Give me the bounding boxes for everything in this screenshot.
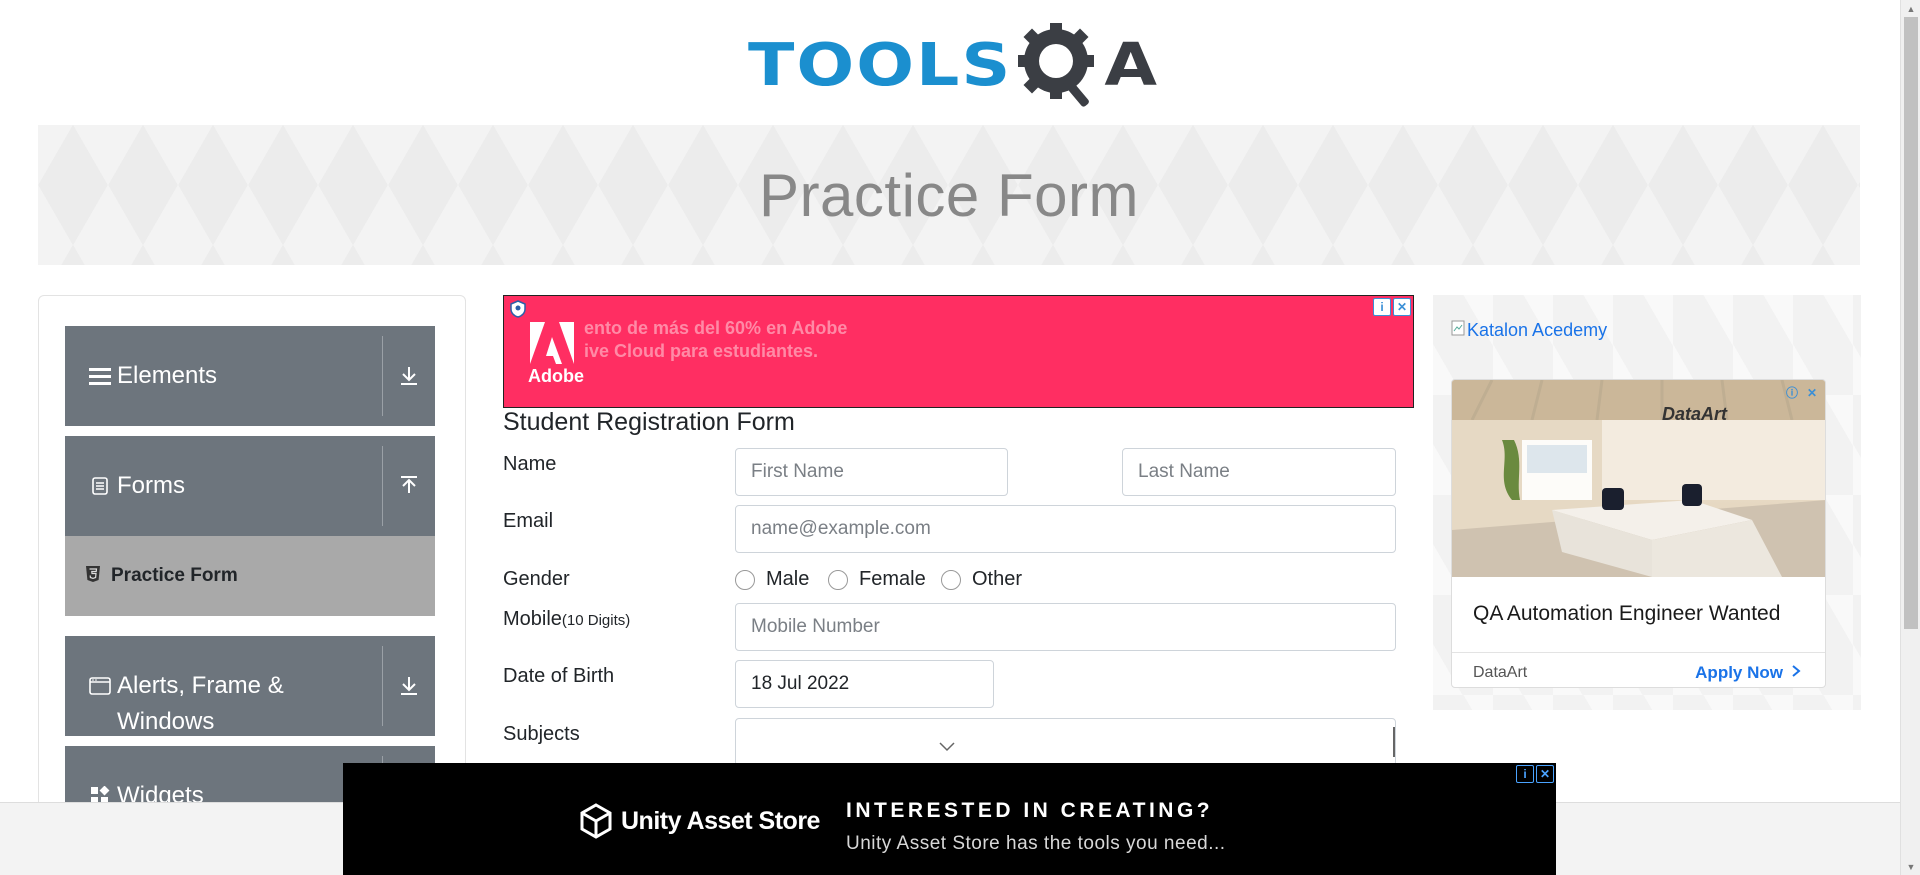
scroll-thumb[interactable] [1904, 17, 1918, 629]
gear-magnifier-icon [1014, 21, 1104, 111]
date-of-birth-input[interactable] [735, 660, 994, 708]
page-banner: Practice Form [38, 125, 1860, 265]
mobile-hint: (10 Digits) [561, 612, 631, 629]
sidebar-group-label: Alerts, Frame & Windows [115, 668, 435, 740]
page-scrollbar[interactable]: ▲ ▼ [1900, 0, 1920, 875]
broken-image-icon [1451, 320, 1465, 341]
divider [382, 646, 383, 726]
download-arrow-icon[interactable] [393, 670, 425, 702]
ad-controls: i ✕ [1516, 765, 1554, 783]
ad-headline[interactable]: QA Automation Engineer Wanted [1473, 602, 1780, 626]
office-reception-image: DataArt [1452, 380, 1825, 577]
dataart-ad-card[interactable]: DataArt ⓘ ✕ QA Automation Engineer Wante… [1451, 379, 1826, 688]
html5-icon [85, 565, 101, 588]
sidebar-group-forms[interactable]: Forms [65, 436, 435, 536]
document-icon [85, 468, 115, 504]
email-label: Email [503, 510, 554, 532]
page-title: Practice Form [759, 161, 1139, 229]
name-label: Name [503, 453, 557, 475]
ad-brand-name: DataArt [1473, 664, 1528, 681]
sidebar-item-label: Practice Form [111, 565, 238, 586]
scroll-down-arrow-icon[interactable]: ▼ [1901, 858, 1920, 875]
right-ad-panel: Katalon Acedemy DataArt ⓘ ✕ QA Automatio… [1433, 295, 1861, 710]
adobe-brand-text: Adobe [528, 366, 584, 386]
ad-headline: INTERESTED IN CREATING? [846, 799, 1214, 822]
sidebar-group-label-line2: Windows [117, 708, 215, 735]
mobile-label: Mobile(10 Digits) [503, 608, 630, 631]
unity-brand-text: Unity Asset Store [621, 806, 820, 835]
subjects-label: Subjects [503, 723, 580, 745]
gender-radio-other[interactable]: Other [941, 568, 1022, 591]
ad-shield-icon [510, 300, 526, 318]
gender-radio-male[interactable]: Male [735, 568, 809, 591]
sidebar-group-alerts-frame-windows[interactable]: Alerts, Frame & Windows [65, 636, 435, 736]
radio-circle-icon[interactable] [828, 569, 848, 590]
scroll-up-arrow-icon[interactable]: ▲ [1901, 0, 1920, 17]
ad-subline: Unity Asset Store has the tools you need… [846, 833, 1226, 854]
first-name-input[interactable] [735, 448, 1008, 496]
sidebar-group-label: Elements [117, 362, 218, 389]
radio-circle-icon[interactable] [735, 569, 755, 590]
ad-info-icon[interactable]: ⓘ [1783, 384, 1801, 402]
dataart-wall-logo: DataArt [1662, 404, 1728, 424]
ad-close-icon[interactable]: ✕ [1536, 765, 1554, 783]
mobile-input[interactable] [735, 603, 1396, 651]
logo-tools-text: TOOLS [748, 31, 1013, 100]
radio-label: Other [972, 568, 1023, 590]
unity-cube-icon [580, 803, 612, 839]
divider [382, 336, 383, 416]
apply-now-button[interactable]: Apply Now [1695, 663, 1801, 683]
mobile-label-text: Mobile [503, 608, 562, 630]
sidebar-item-practice-form[interactable]: Practice Form [65, 536, 435, 616]
radio-label: Female [859, 568, 926, 590]
adobe-logo-icon [528, 320, 576, 370]
unity-asset-store-ad[interactable]: Unity Asset Store INTERESTED IN CREATING… [343, 763, 1556, 875]
divider [1452, 652, 1825, 653]
form-title: Student Registration Form [503, 408, 795, 436]
gender-radio-female[interactable]: Female [828, 568, 926, 591]
logo-a-text: A [1104, 31, 1157, 100]
last-name-input[interactable] [1122, 448, 1396, 496]
subjects-input[interactable] [735, 718, 1396, 766]
apply-now-label: Apply Now [1695, 663, 1783, 682]
sidebar-group-label-line1: Alerts, Frame & [117, 672, 284, 699]
ad-text-line1: ento de más del 60% en Adobe [584, 318, 848, 338]
chevron-right-icon [1791, 663, 1801, 683]
gender-label: Gender [503, 568, 570, 590]
ad-controls: ⓘ ✕ [1783, 384, 1821, 402]
radio-label: Male [766, 568, 810, 590]
ad-info-icon[interactable]: i [1373, 298, 1391, 316]
katalon-link-text: Katalon Acedemy [1467, 320, 1608, 340]
upload-arrow-icon[interactable] [393, 470, 425, 502]
sidebar-group-label: Forms [117, 472, 185, 499]
ad-controls: i ✕ [1373, 298, 1411, 316]
ad-close-icon[interactable]: ✕ [1803, 384, 1821, 402]
dob-label: Date of Birth [503, 665, 615, 687]
hamburger-icon [85, 358, 115, 394]
radio-circle-icon[interactable] [941, 569, 961, 590]
ad-text-line2: ive Cloud para estudiantes. [584, 341, 819, 361]
katalon-academy-link[interactable]: Katalon Acedemy [1451, 320, 1607, 341]
scroll-indicator [1393, 727, 1395, 757]
divider [382, 446, 383, 526]
adobe-ad-banner[interactable]: Adobe ento de más del 60% en Adobe ive C… [503, 295, 1414, 408]
sidebar-group-elements[interactable]: Elements [65, 326, 435, 426]
email-input[interactable] [735, 505, 1396, 553]
download-arrow-icon[interactable] [393, 360, 425, 392]
unity-logo: Unity Asset Store [579, 803, 820, 839]
ad-info-icon[interactable]: i [1516, 765, 1534, 783]
chevron-down-icon[interactable] [938, 739, 956, 757]
window-icon [85, 668, 115, 704]
ad-close-icon[interactable]: ✕ [1393, 298, 1411, 316]
toolsqa-logo[interactable]: TOOLS A [748, 18, 1157, 114]
